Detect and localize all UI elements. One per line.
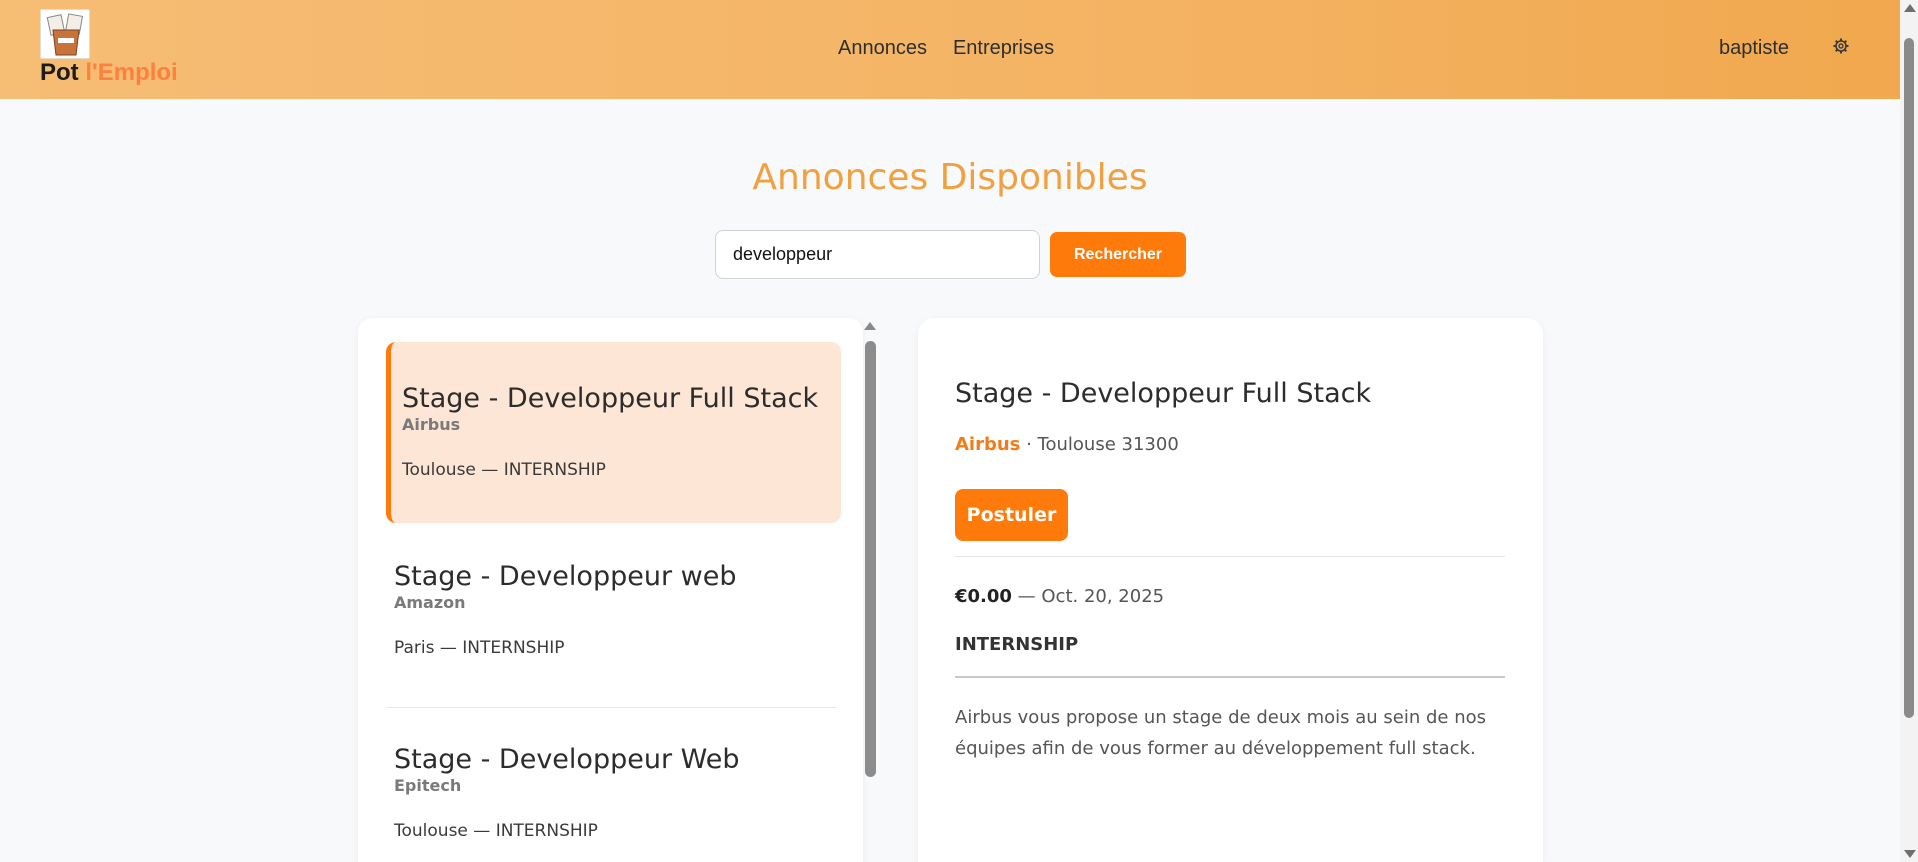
job-location: Toulouse — INTERNSHIP [402,460,606,480]
top-header: Pot l'Emploi Annonces Entreprises baptist… [0,0,1900,99]
page-scroll-down-icon[interactable] [1904,850,1916,858]
brand-part1: Pot [40,59,79,86]
brand-name[interactable]: Pot l'Emploi [40,59,178,87]
job-card[interactable]: Stage - Developpeur Web Epitech Toulouse… [386,744,841,841]
list-divider [386,707,836,708]
job-company: Epitech [394,776,462,795]
job-card-active[interactable]: Stage - Developpeur Full Stack Airbus To… [386,342,841,523]
detail-location: · Toulouse 31300 [1020,434,1179,455]
page-scrollbar-thumb[interactable] [1904,38,1914,718]
search-button[interactable]: Rechercher [1050,232,1186,277]
job-company: Airbus [402,415,461,434]
job-location: Toulouse — INTERNSHIP [394,821,598,841]
job-title: Stage - Developpeur Web [394,744,740,775]
detail-company-line: Airbus · Toulouse 31300 [955,434,1179,455]
detail-divider [955,556,1505,557]
job-detail-panel: Stage - Developpeur Full Stack Airbus · … [918,318,1543,862]
brand-part2: l'Emploi [85,59,178,86]
nav-annonces[interactable]: Annonces [838,37,927,59]
apply-button[interactable]: Postuler [955,489,1068,541]
user-name[interactable]: baptiste [1719,37,1789,60]
job-title: Stage - Developpeur web [394,561,737,592]
job-card[interactable]: Stage - Developpeur web Amazon Paris — I… [386,561,841,658]
gear-icon[interactable] [1832,38,1850,56]
job-location: Paris — INTERNSHIP [394,638,565,658]
job-company: Amazon [394,593,466,612]
list-scroll-up-icon[interactable] [864,322,876,330]
detail-salary-line: €0.00 — Oct. 20, 2025 [955,586,1164,607]
page-scroll-up-icon[interactable] [1904,4,1916,12]
logo-image[interactable] [40,9,90,59]
main-nav: Annonces Entreprises [838,37,1054,60]
job-title: Stage - Developpeur Full Stack [402,383,819,414]
job-list-panel: Stage - Developpeur Full Stack Airbus To… [358,318,863,862]
nav-entreprises[interactable]: Entreprises [953,37,1054,59]
detail-salary: €0.00 [955,586,1012,607]
detail-date: — Oct. 20, 2025 [1011,586,1165,607]
detail-title: Stage - Developpeur Full Stack [955,378,1372,409]
pot-logo-icon [46,13,84,56]
search-input[interactable] [715,230,1040,279]
list-scrollbar-thumb[interactable] [865,341,876,777]
detail-contract-type: INTERNSHIP [955,634,1079,655]
detail-description: Airbus vous propose un stage de deux moi… [955,707,1487,759]
detail-divider-strong [955,676,1505,678]
detail-company[interactable]: Airbus [955,434,1020,455]
page-title: Annonces Disponibles [752,157,1148,198]
